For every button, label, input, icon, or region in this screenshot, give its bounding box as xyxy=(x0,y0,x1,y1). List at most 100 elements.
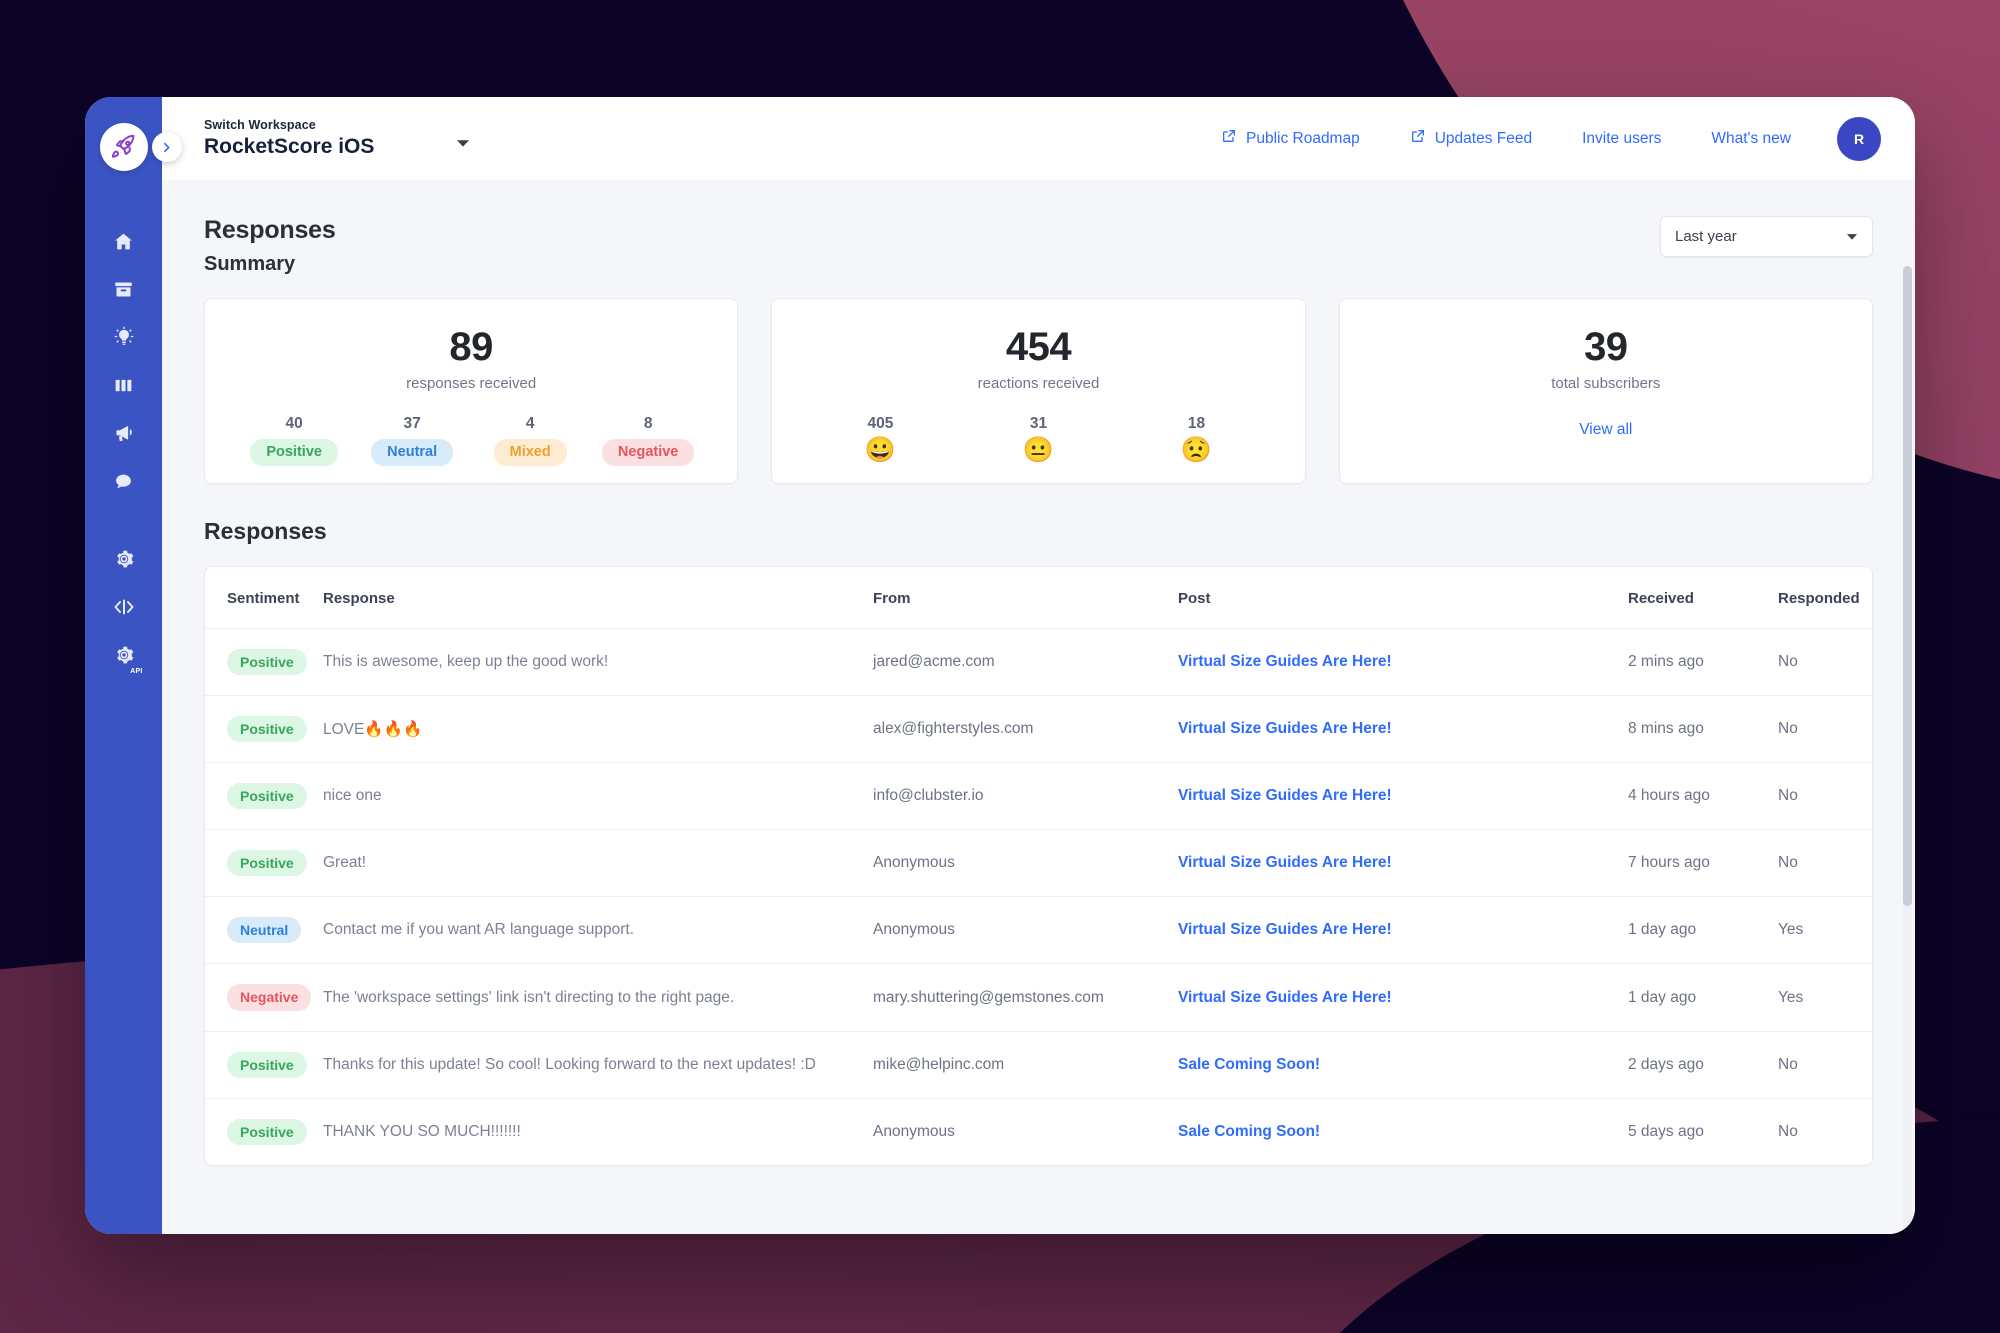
code-icon xyxy=(112,595,136,619)
table-row[interactable]: Positive nice one info@clubster.io Virtual … xyxy=(205,762,1872,830)
responses-table: Sentiment Response From Post Received Re… xyxy=(205,567,1872,1165)
responses-caption: responses received xyxy=(406,375,537,392)
sidebar-item-announcements[interactable] xyxy=(102,411,146,455)
logo-area xyxy=(99,123,182,171)
sidebar-item-board[interactable] xyxy=(102,363,146,407)
post-link[interactable]: Sale Coming Soon! xyxy=(1178,1123,1320,1140)
date-range-select[interactable]: Last year xyxy=(1660,216,1873,257)
col-response: Response xyxy=(323,590,395,607)
card-responses: 89 responses received 40 Positive 37 Neu… xyxy=(204,298,739,484)
lightbulb-icon xyxy=(113,326,135,348)
table-row[interactable]: Negative The 'workspace settings' link is… xyxy=(205,963,1872,1032)
view-all-link[interactable]: View all xyxy=(1579,421,1632,439)
status-badge: Positive xyxy=(227,783,307,810)
cell-sentiment: Positive xyxy=(205,695,323,763)
post-link[interactable]: Virtual Size Guides Are Here! xyxy=(1178,787,1392,804)
table-row[interactable]: Positive Thanks for this update! So cool!… xyxy=(205,1030,1872,1099)
sentiment-neutral: 37 Neutral xyxy=(353,415,471,466)
switch-workspace-label: Switch Workspace xyxy=(204,117,316,132)
link-label: What's new xyxy=(1711,129,1791,147)
neutral-face-icon: 😐 xyxy=(1022,436,1055,464)
sidebar-item-ideas[interactable] xyxy=(102,315,146,359)
content-area: Responses Summary Last year 89 responses… xyxy=(162,180,1915,1234)
count: 4 xyxy=(525,415,535,432)
sentiment-mixed: 4 Mixed xyxy=(471,415,589,466)
cell-responded: No xyxy=(1778,1097,1872,1165)
gear-icon xyxy=(113,548,135,570)
workspace-name: RocketScore iOS xyxy=(204,135,375,159)
cell-post: Virtual Size Guides Are Here! xyxy=(1178,963,1628,1032)
card-reactions: 454 reactions received 405 😀 31 😐 18 😟 xyxy=(771,298,1306,484)
reaction-sad: 18 😟 xyxy=(1117,415,1275,465)
table-row[interactable]: Positive This is awesome, keep up the goo… xyxy=(205,627,1872,696)
page-header: Responses Summary Last year xyxy=(204,216,1873,276)
worried-face-icon: 😟 xyxy=(1180,436,1213,464)
link-public-roadmap[interactable]: Public Roadmap xyxy=(1221,128,1360,149)
cell-responded: Yes xyxy=(1778,963,1872,1032)
page-subtitle: Summary xyxy=(204,253,296,275)
table-row[interactable]: Positive THANK YOU SO MUCH!!!!!!! Anonymou… xyxy=(205,1097,1872,1165)
content-scrollbar[interactable] xyxy=(1903,266,1912,1234)
subscribers-caption: total subscribers xyxy=(1551,375,1661,392)
workspace-switcher[interactable]: Switch Workspace RocketScore iOS xyxy=(204,118,470,160)
cell-responded: No xyxy=(1778,627,1872,696)
cell-from: mike@helpinc.com xyxy=(873,1030,1178,1099)
sentiment-badge: Negative xyxy=(601,439,695,466)
cell-sentiment: Positive xyxy=(205,762,323,830)
top-bar: Switch Workspace RocketScore iOS Public … xyxy=(162,97,1915,180)
col-received: Received xyxy=(1628,590,1694,607)
chat-bubble-icon xyxy=(113,471,134,492)
reaction-happy: 405 😀 xyxy=(801,415,959,465)
link-whats-new[interactable]: What's new xyxy=(1711,130,1791,148)
table-head: Sentiment Response From Post Received Re… xyxy=(205,567,1872,629)
count: 8 xyxy=(643,415,653,432)
post-link[interactable]: Virtual Size Guides Are Here! xyxy=(1178,921,1392,938)
chevron-down-icon[interactable] xyxy=(456,135,470,153)
sidebar-item-responses[interactable] xyxy=(102,459,146,503)
sidebar-item-settings[interactable] xyxy=(102,537,146,581)
external-link-icon xyxy=(1410,128,1426,149)
post-link[interactable]: Sale Coming Soon! xyxy=(1178,1056,1320,1073)
link-invite-users[interactable]: Invite users xyxy=(1582,130,1661,148)
post-link[interactable]: Virtual Size Guides Are Here! xyxy=(1178,854,1392,871)
cell-response: This is awesome, keep up the good work! xyxy=(323,627,873,696)
post-link[interactable]: Virtual Size Guides Are Here! xyxy=(1178,653,1392,670)
scrollbar-thumb[interactable] xyxy=(1903,266,1912,906)
post-link[interactable]: Virtual Size Guides Are Here! xyxy=(1178,989,1392,1006)
status-badge: Positive xyxy=(227,850,307,877)
count: 405 xyxy=(867,415,894,432)
table-header-row: Sentiment Response From Post Received Re… xyxy=(205,567,1872,629)
sidebar-item-archive[interactable] xyxy=(102,267,146,311)
avatar[interactable]: R xyxy=(1837,116,1881,161)
cell-sentiment: Neutral xyxy=(205,896,323,964)
post-link[interactable]: Virtual Size Guides Are Here! xyxy=(1178,720,1392,737)
cell-post: Sale Coming Soon! xyxy=(1178,1030,1628,1099)
table-row[interactable]: Positive LOVE🔥🔥🔥 alex@fighterstyles.com Vir… xyxy=(205,695,1872,763)
reaction-breakdown: 405 😀 31 😐 18 😟 xyxy=(772,415,1304,465)
sentiment-badge: Mixed xyxy=(493,439,567,466)
home-icon xyxy=(113,231,134,252)
cell-sentiment: Positive xyxy=(205,627,323,696)
cell-responded: No xyxy=(1778,829,1872,897)
cell-from: jared@acme.com xyxy=(873,627,1178,696)
sidebar-item-embed-code[interactable] xyxy=(102,585,146,629)
table-row[interactable]: Positive Great! Anonymous Virtual Size Guid… xyxy=(205,829,1872,897)
sidebar-item-home[interactable] xyxy=(102,219,146,263)
columns-icon xyxy=(113,375,134,396)
table-row[interactable]: Neutral Contact me if you want AR languag… xyxy=(205,896,1872,964)
responses-section-title: Responses xyxy=(204,518,327,544)
rocket-logo-icon[interactable] xyxy=(99,123,148,171)
cell-sentiment: Positive xyxy=(205,1030,323,1099)
grinning-face-icon: 😀 xyxy=(864,436,897,464)
reactions-count: 454 xyxy=(1005,325,1072,369)
cell-from: Anonymous xyxy=(873,829,1178,897)
link-updates-feed[interactable]: Updates Feed xyxy=(1410,128,1532,149)
count: 18 xyxy=(1187,415,1206,432)
cell-from: info@clubster.io xyxy=(873,762,1178,830)
sidebar-item-api-settings[interactable]: API xyxy=(102,633,146,677)
sidebar-collapse-button[interactable] xyxy=(151,132,182,162)
sentiment-breakdown: 40 Positive 37 Neutral 4 Mixed 8 Negativ… xyxy=(205,415,737,466)
link-label: Invite users xyxy=(1582,129,1662,147)
col-from: From xyxy=(873,590,911,607)
cell-sentiment: Positive xyxy=(205,829,323,897)
